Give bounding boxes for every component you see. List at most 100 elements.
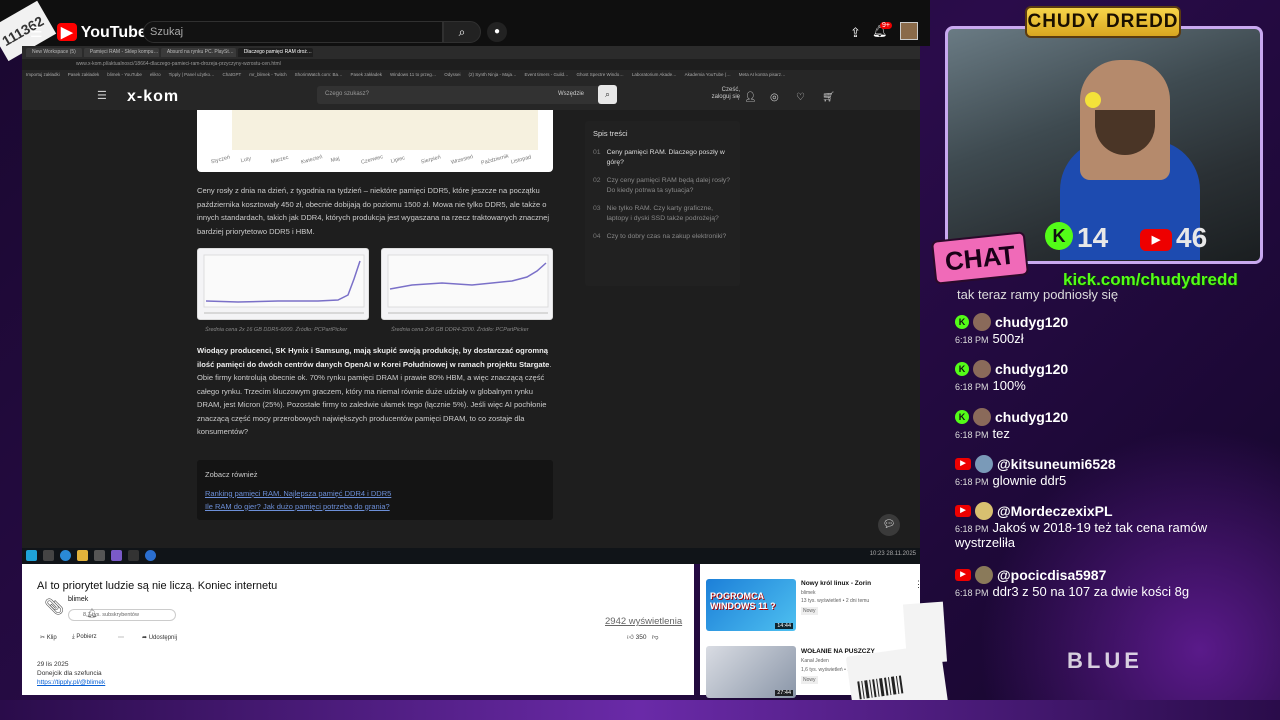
avatar (975, 566, 993, 584)
related-thumbnail[interactable]: 27:44 (706, 646, 796, 698)
user-avatar[interactable] (900, 22, 918, 40)
month-label: Lipiec (390, 155, 406, 165)
related-title[interactable]: Nowy król linux - Zorin (801, 580, 871, 587)
kick-viewer-count: K 14 (1045, 222, 1108, 254)
bookmark-item[interactable]: Ghost Spectre Windo… (577, 72, 624, 78)
chat-bubble-icon[interactable]: 💬︎ (878, 514, 900, 536)
support-icon[interactable]: ◎ (770, 92, 779, 103)
subscribe-button[interactable]: 8,7 tys. subskrybentów (68, 609, 176, 621)
article-body: Styczeń Luty Marzec Kwiecień Maj Czerwiec Lipi… (197, 110, 553, 551)
chat-label: CHAT (930, 231, 1030, 285)
bookmark-item[interactable]: Windows 11 to przeg… (390, 72, 436, 78)
tab-ram-article[interactable]: Dlaczego pamięci RAM droż… (237, 48, 313, 57)
kick-icon: K (1045, 222, 1073, 250)
taskbar: 10:23 28.11.2025 (22, 548, 920, 564)
youtube-viewers: 46 (1176, 222, 1208, 253)
paragraph-rest: . Obie firmy kontrolują obecnie ok. 70% … (197, 359, 552, 437)
play-icon: ▶ (57, 23, 77, 41)
edge-icon[interactable] (60, 550, 71, 561)
tab-absurd[interactable]: Absurd na rynku PC. PlaySt… (160, 48, 236, 57)
month-label: Sierpień (420, 154, 442, 166)
bookmark-item[interactable]: mr_blimek - Twitch (249, 72, 286, 78)
channel-avatar-icon[interactable]: 📎︎ (44, 597, 64, 617)
bookmark-item[interactable]: Laboratorium Akade… (632, 72, 677, 78)
search-icon[interactable]: ⌕ (598, 85, 617, 104)
menu-icon[interactable]: ☰ (30, 24, 43, 41)
more-icon[interactable]: ⋯ (118, 634, 124, 641)
bookmark-item[interactable]: (2) Synth Ninja - Maja… (469, 72, 517, 78)
bookmark-item[interactable]: Importuj zakładki (26, 72, 60, 78)
avatar (975, 502, 993, 520)
thumbnail-text: POGROMCA WINDOWS 11 ? (710, 591, 776, 611)
app-icon[interactable] (94, 550, 105, 561)
table-of-contents: Spis treści 01 Ceny pamięci RAM. Dlaczego… (585, 121, 740, 286)
paragraph-bold: Wiodący producenci, SK Hynix i Samsung, … (197, 346, 550, 369)
folder-icon[interactable] (77, 550, 88, 561)
video-duration: 14:44 (775, 623, 793, 629)
bookmark-item[interactable]: Odyssei (444, 72, 460, 78)
heart-icon[interactable]: ♡ (796, 92, 805, 103)
see-also-link[interactable]: Ranking pamięci RAM. Najlepsza pamięć DD… (205, 487, 545, 500)
obs-icon[interactable] (111, 550, 122, 561)
system-tray: 10:23 28.11.2025 (870, 551, 916, 557)
chat-text: 100% (992, 378, 1026, 393)
chat-text: Jakoś w 2018-19 też tak cena ramów wystr… (955, 520, 1208, 550)
bell-icon[interactable]: 🔔︎ (86, 608, 97, 619)
bookmark-item[interactable]: Pasek zakładek (68, 72, 100, 78)
bookmark-item[interactable]: Pasek zakładek (351, 72, 383, 78)
tab-ram-shop[interactable]: Pamięci RAM - Sklep kompu… (83, 48, 159, 57)
bookmark-item[interactable]: blimek - YouTube (107, 72, 142, 78)
tab-workspace[interactable]: New Workspace (5) (26, 48, 82, 57)
cart-icon[interactable]: 🛒︎ (822, 92, 835, 103)
bookmark-item[interactable]: ChatGPT (222, 72, 241, 78)
avatar (973, 360, 991, 378)
youtube-search-input[interactable]: Szukaj (143, 21, 443, 43)
kick-viewers: 14 (1077, 222, 1109, 253)
microphone-icon[interactable]: ● (487, 22, 507, 42)
download-button[interactable]: ⤓ Pobierz (72, 634, 97, 641)
chat-time: 6:18 PM (955, 430, 989, 440)
bookmark-item[interactable]: ShorinWatch.com: Ba… (295, 72, 343, 78)
search-icon[interactable]: ⌕ (443, 21, 481, 43)
more-options-icon[interactable]: ⋮ (914, 579, 923, 590)
login-link[interactable]: Cześć, zaloguj się (706, 87, 740, 101)
youtube-logo[interactable]: ▶ YouTubePL (55, 23, 154, 42)
search-taskbar-icon[interactable] (43, 550, 54, 561)
bookmark-item[interactable]: elikro (150, 72, 161, 78)
month-label: Styczeń (210, 154, 231, 166)
toc-item[interactable]: 04 Czy to dobry czas na zakup elektroniki… (593, 232, 732, 242)
related-channel: Kanał Jeden (801, 658, 829, 664)
bookmark-item[interactable]: Meta AI kontra pisarz… (739, 72, 786, 78)
terminal-icon[interactable] (128, 550, 139, 561)
upload-icon[interactable]: ⇪ (850, 25, 861, 41)
toc-item[interactable]: 01 Ceny pamięci RAM. Dlaczego poszły w gó… (593, 148, 732, 168)
address-bar[interactable]: www.x-kom.pl/aktualnosci/18664-dlaczego-… (22, 59, 920, 70)
chat-username: @pocicdisa5987 (997, 567, 1107, 583)
description-link[interactable]: https://tipply.pl/@blimek (37, 679, 105, 686)
like-count: 350 (635, 634, 647, 641)
share-button[interactable]: ➦ Udostępnij (142, 634, 177, 641)
ddr5-price-chart[interactable] (197, 248, 369, 320)
see-also-link[interactable]: Ile RAM do gier? Jak dużo pamięci potrze… (205, 500, 545, 513)
toc-item[interactable]: 02 Czy ceny pamięci RAM będą dalej rosły?… (593, 176, 732, 196)
bookmark-item[interactable]: Event timers - Guild… (525, 72, 569, 78)
toc-item[interactable]: 03 Nie tylko RAM. Czy karty graficzne, la… (593, 204, 732, 224)
clip-button[interactable]: ✂ Klip (40, 634, 57, 641)
like-button[interactable]: 👍︎ 350 👎︎ (627, 633, 658, 641)
channel-logo: BLUE (1067, 648, 1143, 673)
youtube-icon: ▶ (1140, 228, 1172, 251)
hamburger-icon[interactable]: ☰ (97, 89, 107, 102)
login-text: zaloguj się (711, 94, 740, 100)
start-icon[interactable] (26, 550, 37, 561)
ddr4-price-chart[interactable] (381, 248, 553, 320)
user-icon[interactable]: 👤︎ (744, 92, 757, 103)
month-label: Czerwiec (360, 154, 384, 166)
search-category-select[interactable]: Wszędzie (558, 91, 584, 97)
related-thumbnail[interactable]: POGROMCA WINDOWS 11 ? 14:44 (706, 579, 796, 631)
browser-icon[interactable] (145, 550, 156, 561)
xkom-logo[interactable]: x-kom (127, 88, 179, 106)
bookmark-item[interactable]: Tipply | Panel użytko… (169, 72, 215, 78)
toc-text: Czy ceny pamięci RAM będą dalej rosły? D… (606, 177, 731, 194)
channel-name[interactable]: blimek (68, 596, 88, 603)
bookmark-item[interactable]: Akademia YouTube (… (685, 72, 731, 78)
